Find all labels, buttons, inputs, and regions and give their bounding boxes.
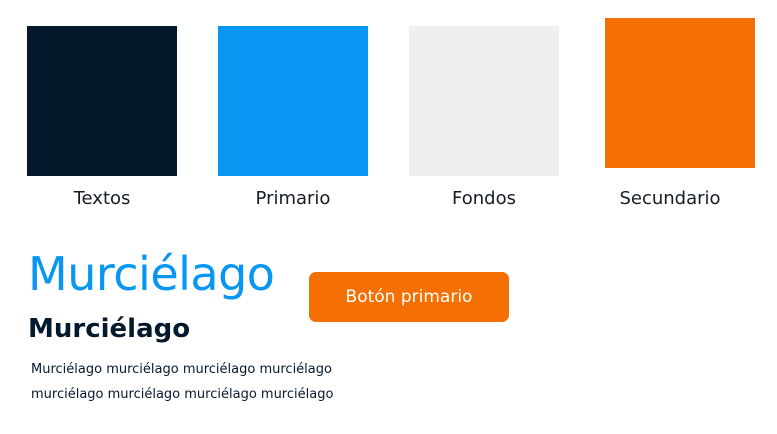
- body-text-sample: Murciélago murciélago murciélago murciél…: [31, 357, 333, 407]
- swatch-label-fondos: Fondos: [452, 188, 516, 209]
- heading-large-sample: Murciélago: [28, 247, 275, 301]
- swatch-primario: [218, 26, 368, 176]
- primary-button[interactable]: Botón primario: [309, 272, 509, 322]
- swatch-secundario: [605, 18, 755, 168]
- swatch-label-secundario: Secundario: [619, 188, 721, 209]
- swatch-fondos: [409, 26, 559, 176]
- heading-medium-sample: Murciélago: [28, 314, 191, 344]
- swatch-label-textos: Textos: [73, 188, 131, 209]
- swatch-textos: [27, 26, 177, 176]
- swatch-label-primario: Primario: [255, 188, 331, 209]
- body-text-line: Murciélago murciélago murciélago murciél…: [31, 362, 332, 377]
- style-guide-page: { "colors": { "textos": "#04192c", "prim…: [0, 0, 777, 434]
- body-text-line: murciélago murciélago murciélago murciél…: [31, 387, 334, 402]
